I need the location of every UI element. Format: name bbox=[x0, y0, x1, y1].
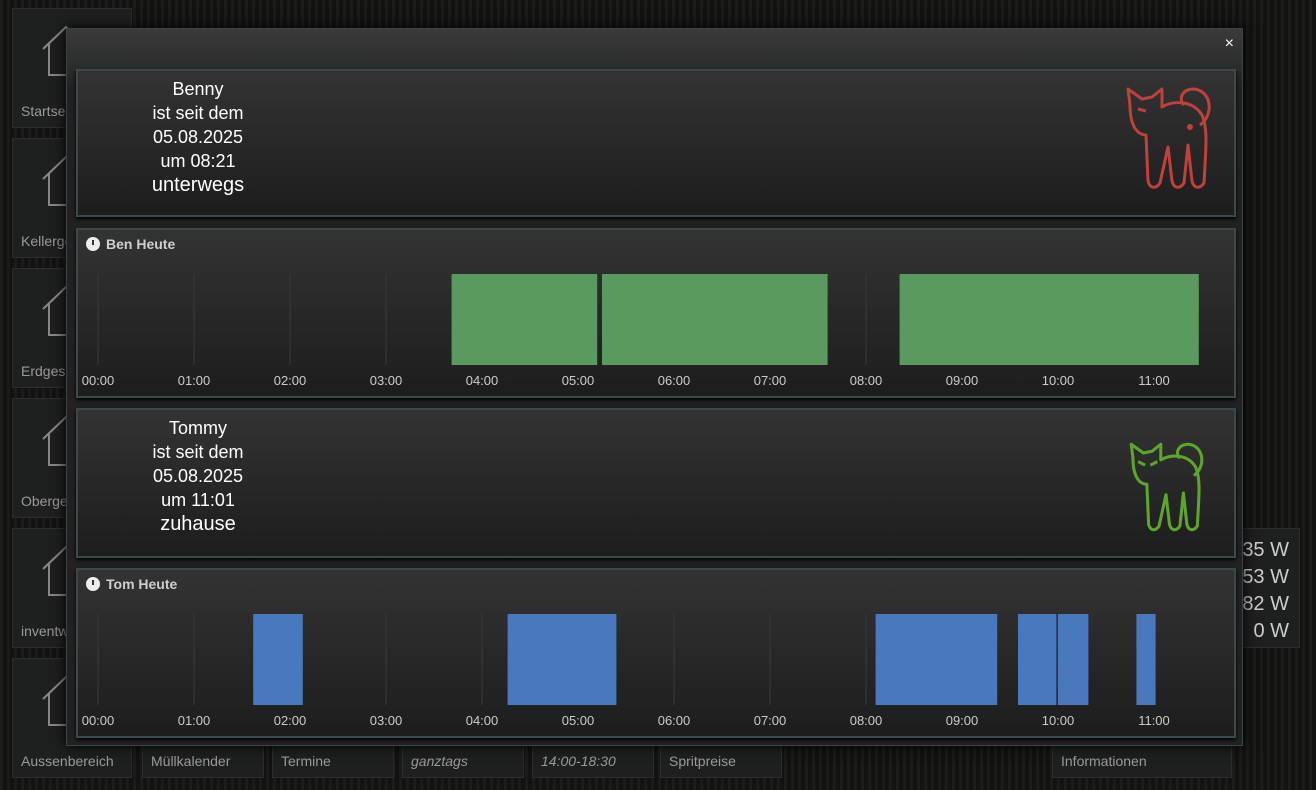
status-line: 05.08.2025 bbox=[152, 127, 244, 147]
x-tick-label: 00:00 bbox=[82, 373, 115, 388]
x-tick-label: 08:00 bbox=[850, 373, 883, 388]
x-tick-label: 03:00 bbox=[370, 373, 403, 388]
x-tick-label: 05:00 bbox=[562, 373, 595, 388]
status-line: Tommy bbox=[169, 418, 227, 438]
benny-status-card: Benny ist seit dem 05.08.2025 um 08:21 u… bbox=[76, 69, 1236, 217]
timeline-segment[interactable] bbox=[899, 274, 1199, 365]
tile-label: Spritpreise bbox=[669, 753, 736, 769]
x-tick-label: 07:00 bbox=[754, 713, 787, 728]
power-tile: 35 W 53 W 82 W 0 W bbox=[1240, 528, 1300, 648]
status-line: ist seit dem bbox=[152, 442, 244, 462]
status-state: zuhause bbox=[160, 513, 236, 535]
status-line: um 11:01 bbox=[161, 490, 235, 510]
x-tick-label: 03:00 bbox=[370, 713, 403, 728]
tommy-status-card: Tommy ist seit dem 05.08.2025 um 11:01 z… bbox=[76, 408, 1236, 558]
timeline-segment[interactable] bbox=[602, 274, 828, 365]
x-tick-label: 02:00 bbox=[274, 373, 307, 388]
x-tick-label: 10:00 bbox=[1042, 373, 1075, 388]
x-tick-label: 10:00 bbox=[1042, 713, 1075, 728]
power-value: 53 W bbox=[1242, 566, 1289, 588]
timeline-segment[interactable] bbox=[875, 614, 998, 705]
power-value: 0 W bbox=[1253, 620, 1289, 642]
power-value: 82 W bbox=[1242, 593, 1289, 615]
status-line: ist seit dem bbox=[152, 103, 244, 123]
close-button[interactable]: × bbox=[1225, 35, 1234, 53]
x-tick-label: 11:00 bbox=[1138, 713, 1170, 728]
x-tick-label: 04:00 bbox=[466, 373, 499, 388]
x-tick-label: 08:00 bbox=[850, 713, 883, 728]
x-tick-label: 09:00 bbox=[946, 713, 979, 728]
tile-label: ganztags bbox=[411, 753, 468, 769]
timeline-segment[interactable] bbox=[1136, 614, 1156, 705]
x-tick-label: 01:00 bbox=[178, 713, 211, 728]
ben-today-chart-card: Ben Heute 00:00 01:00 02:00 03:00 04:00 05:00… bbox=[76, 228, 1236, 398]
x-tick-label: 11:00 bbox=[1138, 373, 1170, 388]
ben-timeline-chart: 00:00 01:00 02:00 03:00 04:00 05:00 06:00 07:00… bbox=[82, 274, 1199, 388]
x-tick-label: 06:00 bbox=[658, 713, 691, 728]
timeline-segment[interactable] bbox=[253, 614, 303, 705]
tile-label: Termine bbox=[281, 753, 331, 769]
tom-today-chart-card: Tom Heute 00:00 01:00 02:00 03:00 04:00 05:00… bbox=[76, 568, 1236, 738]
power-value: 35 W bbox=[1242, 539, 1289, 561]
timeline-segment[interactable] bbox=[1058, 614, 1089, 705]
x-tick-label: 09:00 bbox=[946, 373, 979, 388]
x-tick-label: 07:00 bbox=[754, 373, 787, 388]
x-tick-label: 00:00 bbox=[82, 713, 115, 728]
tile-label: Aussenbereich bbox=[21, 753, 114, 769]
status-line: um 08:21 bbox=[160, 151, 236, 171]
x-tick-label: 01:00 bbox=[178, 373, 211, 388]
status-line: 05.08.2025 bbox=[152, 466, 244, 486]
cat-icon bbox=[1129, 442, 1204, 532]
tile-label: Müllkalender bbox=[151, 753, 231, 769]
status-line: Benny bbox=[172, 79, 224, 99]
x-tick-label: 05:00 bbox=[562, 713, 595, 728]
tile-label: Informationen bbox=[1061, 753, 1147, 769]
status-state: unterwegs bbox=[151, 174, 245, 196]
timeline-segment[interactable] bbox=[451, 274, 598, 365]
tom-timeline-chart: 00:00 01:00 02:00 03:00 04:00 05:00 06:00 07:00… bbox=[82, 614, 1170, 728]
cat-icon bbox=[1126, 87, 1211, 189]
x-tick-label: 04:00 bbox=[466, 713, 499, 728]
x-tick-label: 02:00 bbox=[274, 713, 307, 728]
timeline-segment[interactable] bbox=[1018, 614, 1057, 705]
status-dialog: × Benny ist seit dem 05.08.2025 um 08:21… bbox=[66, 28, 1243, 746]
tile-label: 14:00-18:30 bbox=[541, 753, 616, 769]
x-tick-label: 06:00 bbox=[658, 373, 691, 388]
timeline-segment[interactable] bbox=[507, 614, 617, 705]
